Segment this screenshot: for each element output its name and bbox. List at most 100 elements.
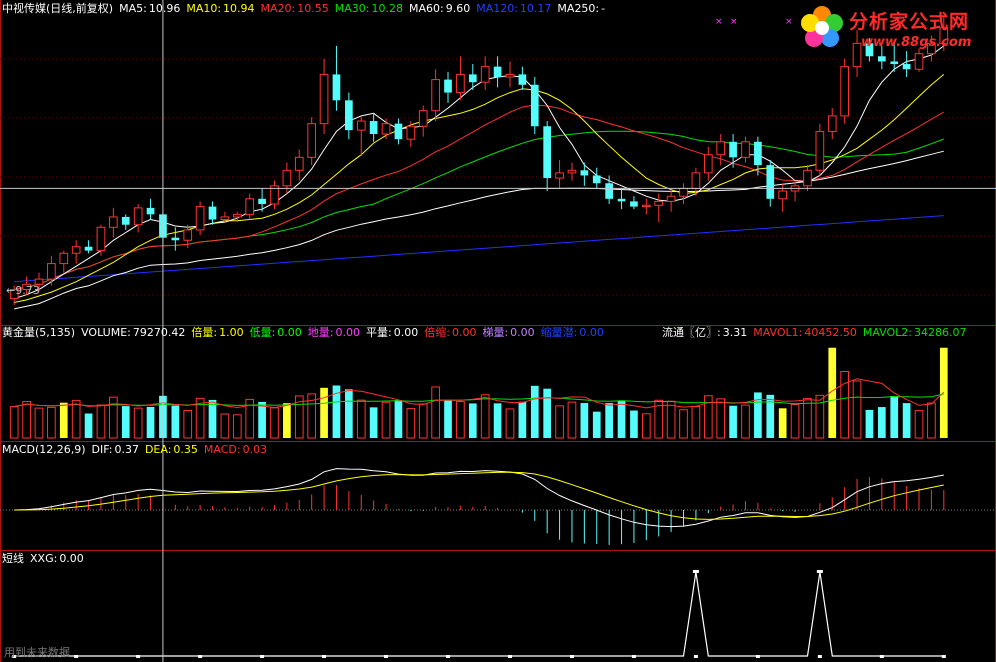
candle-body-up	[716, 141, 726, 156]
candle-body-up	[245, 198, 255, 215]
site-watermark[interactable]: 分析家公式网 www.88gs.com	[795, 3, 993, 55]
candle-body-up	[679, 187, 688, 197]
vol-legend-value: 0.00	[393, 326, 419, 339]
candle-body-down	[729, 141, 737, 158]
candle-body-down	[902, 64, 911, 70]
volume-bar-up	[456, 401, 465, 439]
volume-bar-up	[679, 409, 688, 439]
xxg-tick-mark	[384, 655, 389, 658]
candle-body-down	[345, 100, 353, 131]
vol-right-legend-label: 流通〖亿〗:	[662, 326, 721, 339]
macd-panel[interactable]	[0, 468, 996, 545]
low-price-label: ←9.73	[6, 284, 40, 297]
volume-bar-up	[815, 394, 825, 439]
volume-bar-down	[902, 403, 911, 438]
xxg-line	[14, 571, 944, 657]
volume-bar-down	[84, 413, 93, 438]
ma-legend-item-5: MA120: 10.17	[476, 2, 551, 16]
volume-bar-up	[96, 404, 106, 439]
candle-body-up	[220, 216, 230, 221]
volume-bar-up	[133, 407, 143, 439]
xxg-tick-mark	[569, 655, 574, 658]
vol-right-legend-value: 3.31	[722, 326, 748, 339]
xxg-tick-mark	[631, 655, 636, 658]
main-legend: 中视传媒(日线,前复权) MA5: 10.96 MA10: 10.94 MA20: 10.…	[2, 2, 617, 16]
macd-legend-label: DIF:	[91, 443, 113, 456]
macd-legend-item-1: DEA: 0.35	[145, 443, 198, 457]
xxg-tick-mark	[74, 655, 79, 658]
volume-bar-up	[790, 403, 800, 439]
volume-panel[interactable]	[9, 347, 948, 439]
signal-marker: ×	[785, 17, 793, 27]
volume-bar-yellow	[59, 402, 68, 438]
macd-legend-label: DEA:	[144, 443, 172, 456]
xxg-legend-label: XXG:	[30, 552, 58, 565]
candle-body-up	[691, 172, 701, 189]
ma-legend-item-3: MA30: 10.28	[335, 2, 403, 16]
volume-indicator-title: 黄金量(5,135)	[2, 326, 76, 339]
candle-body-up	[456, 73, 465, 94]
xxg-tick-mark	[198, 655, 203, 658]
xxg-panel[interactable]	[12, 570, 946, 658]
vol-legend-value: 1.00	[219, 326, 244, 339]
candle-body-up	[59, 252, 69, 265]
volume-bar-up	[431, 386, 440, 439]
vol-legend-label: 平量:	[366, 326, 392, 339]
candle-body-up	[914, 53, 924, 70]
xxg-tick-mark	[941, 655, 946, 658]
xxg-title: 短线	[2, 552, 24, 565]
ma-legend-label: MA60:	[408, 2, 444, 15]
ma-legend-item-6: MA250: -	[557, 2, 605, 16]
candle-body-down	[332, 74, 341, 101]
volume-bar-up	[34, 407, 44, 439]
candle-body-up	[741, 141, 750, 158]
volume-bar-down	[592, 411, 601, 438]
candle-body-down	[617, 198, 626, 202]
vol-legend-item-1: 倍量: 1.00	[191, 326, 243, 340]
xxg-peak-mark	[816, 570, 823, 573]
candle-body-down	[877, 56, 886, 62]
xxg-tick-mark	[755, 655, 760, 658]
signal-marker: ×	[730, 17, 738, 27]
volume-bar-down	[530, 385, 539, 438]
volume-bar-up	[381, 401, 391, 439]
volume-bar-up	[356, 399, 366, 439]
ma-legend-label: MA10:	[186, 2, 222, 15]
candle-body-down	[605, 183, 613, 199]
candle-body-down	[468, 74, 477, 83]
main-price-panel[interactable]: ××××	[9, 17, 949, 310]
candle-body-down	[518, 74, 527, 85]
vol-legend-item-3: 地量: 0.00	[308, 326, 360, 340]
vol-legend-item-2: 低量: 0.00	[250, 326, 302, 340]
volume-bar-up	[666, 400, 676, 439]
vol-legend-value: 0.00	[510, 326, 535, 339]
xxg-tick-mark	[446, 655, 451, 658]
volume-bar-down	[729, 405, 737, 438]
volume-bar-up	[71, 399, 81, 439]
ma-legend-value: 10.28	[371, 2, 403, 15]
candle-body-up	[47, 263, 56, 280]
vol-right-legend-item-2: MAVOL2: 34286.07	[863, 326, 967, 339]
xxg-tick-mark	[136, 655, 141, 658]
candle-body-up	[431, 79, 440, 112]
volume-bar-down	[605, 403, 613, 438]
vol-right-legend-label: MAVOL1:	[753, 326, 803, 339]
ma-legend-item-2: MA20: 10.55	[261, 2, 329, 16]
volume-bar-up	[914, 410, 924, 439]
candle-body-up	[406, 125, 416, 140]
volume-bar-up	[406, 408, 416, 439]
volume-bar-yellow	[320, 387, 328, 438]
volume-bar-yellow	[939, 347, 948, 438]
volume-bar-down	[877, 407, 886, 438]
volume-bar-down	[617, 400, 626, 438]
candle-body-down	[84, 246, 93, 251]
xxg-tick-mark	[260, 655, 265, 658]
candle-body-down	[121, 216, 130, 225]
vol-legend-label: 缩量潜:	[540, 326, 578, 339]
volume-bar-down	[345, 389, 353, 438]
volume-bar-up	[183, 409, 193, 439]
ma-legend-value: 9.60	[445, 2, 471, 15]
candle-body-down	[592, 175, 601, 184]
future-data-note: 用到未来数据	[4, 646, 70, 659]
candle-body-up	[356, 120, 366, 131]
